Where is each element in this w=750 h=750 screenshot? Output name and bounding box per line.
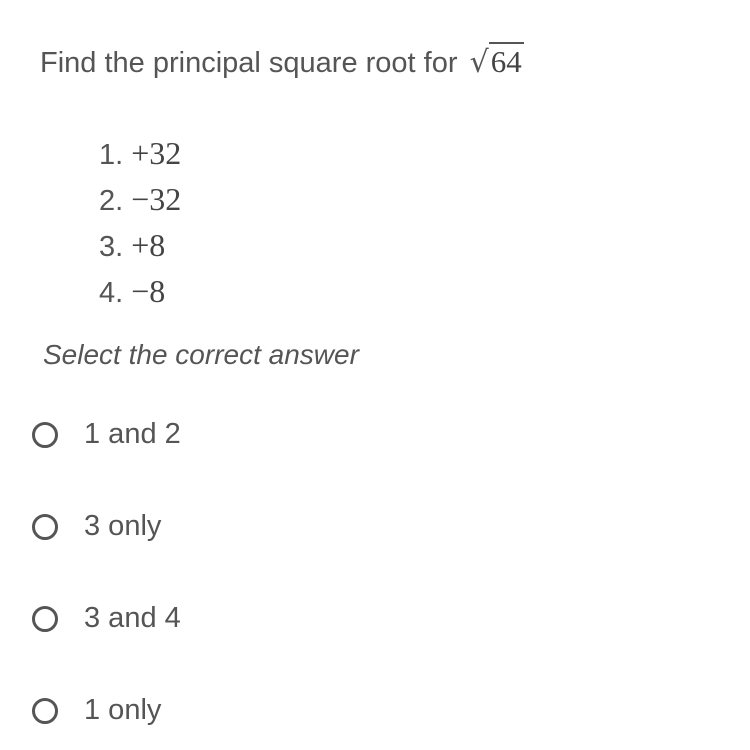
statement-item: 4. −8 bbox=[99, 272, 181, 318]
statement-number: 2. bbox=[99, 185, 124, 217]
statement-value: −32 bbox=[131, 181, 182, 217]
radio-circle-icon[interactable] bbox=[32, 421, 58, 448]
option-1-only[interactable]: 1 only bbox=[32, 694, 161, 727]
statement-number: 1. bbox=[99, 139, 124, 171]
statement-value: −8 bbox=[131, 273, 166, 309]
statement-item: 1. +32 bbox=[99, 134, 181, 180]
radio-circle-icon[interactable] bbox=[32, 513, 58, 540]
statement-value: +8 bbox=[131, 227, 166, 263]
statement-item: 2. −32 bbox=[99, 180, 181, 226]
statement-value: +32 bbox=[131, 135, 182, 171]
statement-number: 3. bbox=[99, 231, 124, 263]
answer-prompt: Select the correct answer bbox=[43, 339, 359, 370]
radio-circle-icon[interactable] bbox=[32, 605, 58, 632]
radicand: 64 bbox=[488, 42, 524, 79]
statement-number: 4. bbox=[99, 277, 124, 309]
radical-sign: √ bbox=[469, 45, 489, 80]
option-1-and-2[interactable]: 1 and 2 bbox=[32, 418, 181, 451]
option-3-and-4[interactable]: 3 and 4 bbox=[32, 602, 181, 635]
square-root-expression: √64 bbox=[469, 42, 524, 80]
radio-circle-icon[interactable] bbox=[32, 697, 58, 724]
question-label: Find the principal square root for bbox=[40, 47, 458, 79]
option-label[interactable]: 3 and 4 bbox=[84, 602, 181, 635]
statement-list: 1. +32 2. −32 3. +8 4. −8 bbox=[99, 134, 181, 318]
option-label[interactable]: 3 only bbox=[84, 510, 161, 543]
option-label[interactable]: 1 and 2 bbox=[84, 418, 181, 451]
option-label[interactable]: 1 only bbox=[84, 694, 161, 727]
statement-item: 3. +8 bbox=[99, 226, 181, 272]
question-text: Find the principal square root for √64 bbox=[40, 42, 524, 80]
option-3-only[interactable]: 3 only bbox=[32, 510, 161, 543]
